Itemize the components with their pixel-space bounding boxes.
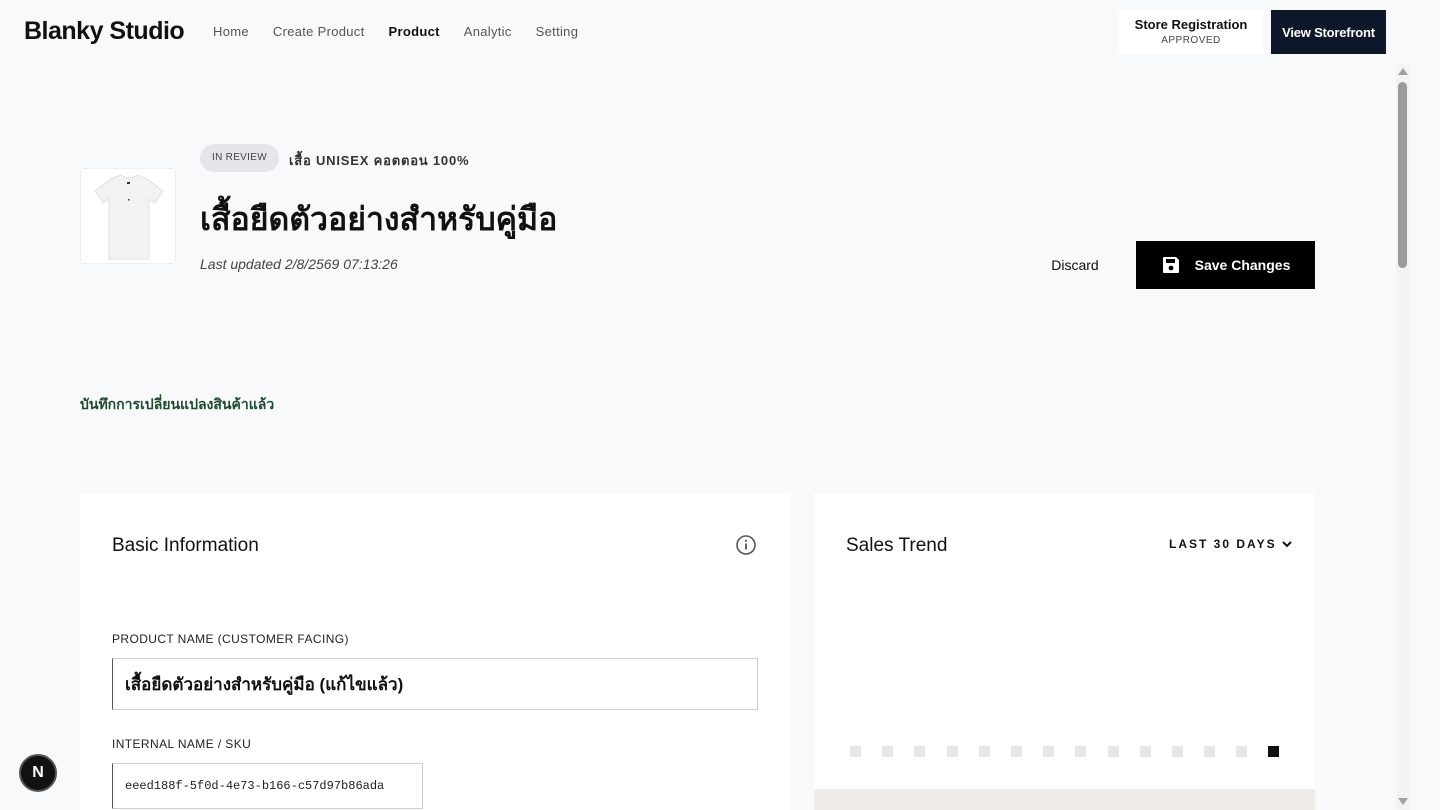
trend-bar	[1204, 746, 1215, 757]
sales-trend-title: Sales Trend	[846, 535, 948, 556]
discard-button[interactable]: Discard	[1036, 251, 1114, 279]
sku-input[interactable]	[112, 763, 423, 809]
store-registration-status[interactable]: Store Registration APPROVED	[1119, 10, 1263, 54]
trend-bar	[1172, 746, 1183, 757]
trend-bar	[1236, 746, 1247, 757]
scroll-up-arrow-icon[interactable]	[1398, 68, 1408, 75]
chevron-down-icon	[1281, 541, 1292, 548]
nav-setting[interactable]: Setting	[536, 24, 579, 39]
product-subtitle: เสื้อ UNISEX คอตตอน 100%	[289, 153, 470, 168]
trend-bar	[947, 746, 958, 757]
page-title: เสื้อยืดตัวอย่างสำหรับคู่มือ	[200, 201, 558, 237]
sales-trend-card: Sales Trend LAST 30 DAYS	[814, 493, 1315, 810]
product-name-label: PRODUCT NAME (CUSTOMER FACING)	[112, 632, 349, 646]
store-registration-label: Store Registration	[1134, 17, 1248, 32]
basic-information-card: Basic Information PRODUCT NAME (CUSTOMER…	[80, 493, 790, 810]
tshirt-image	[94, 174, 164, 260]
trend-bar-current	[1268, 746, 1279, 757]
trend-bar	[850, 746, 861, 757]
trend-bar	[1108, 746, 1119, 757]
dev-tools-badge[interactable]: N	[19, 754, 57, 792]
trend-bar	[914, 746, 925, 757]
page-scrollbar[interactable]	[1396, 64, 1410, 810]
nav-product[interactable]: Product	[389, 24, 440, 39]
status-badge: IN REVIEW	[200, 144, 279, 172]
save-changes-button[interactable]: Save Changes	[1136, 241, 1315, 289]
trend-bar	[979, 746, 990, 757]
scroll-thumb[interactable]	[1398, 82, 1407, 268]
trend-bar	[882, 746, 893, 757]
scroll-down-arrow-icon[interactable]	[1398, 798, 1408, 805]
top-bar: Blanky Studio Home Create Product Produc…	[0, 0, 1396, 64]
main-nav: Home Create Product Product Analytic Set…	[213, 24, 578, 39]
sales-trend-footer	[814, 789, 1315, 810]
trend-bar	[1043, 746, 1054, 757]
sales-trend-bars	[850, 746, 1280, 758]
nav-create-product[interactable]: Create Product	[273, 24, 365, 39]
product-thumbnail[interactable]	[80, 168, 176, 264]
store-registration-value: APPROVED	[1161, 35, 1221, 46]
last-updated-timestamp: Last updated 2/8/2569 07:13:26	[200, 256, 398, 272]
product-name-input[interactable]	[112, 658, 758, 710]
trend-bar	[1140, 746, 1151, 757]
save-changes-label: Save Changes	[1194, 257, 1291, 273]
floppy-disk-icon	[1162, 257, 1179, 273]
info-icon[interactable]	[736, 535, 756, 555]
trend-bar	[1011, 746, 1022, 757]
date-range-label: LAST 30 DAYS	[1169, 537, 1277, 551]
date-range-dropdown[interactable]: LAST 30 DAYS	[1169, 537, 1293, 551]
brand-logo[interactable]: Blanky Studio	[24, 17, 185, 46]
nav-home[interactable]: Home	[213, 24, 249, 39]
sku-label: INTERNAL NAME / SKU	[112, 737, 252, 751]
basic-information-title: Basic Information	[112, 535, 259, 556]
success-message: บันทึกการเปลี่ยนแปลงสินค้าแล้ว	[80, 396, 275, 412]
view-storefront-button[interactable]: View Storefront	[1271, 10, 1386, 54]
trend-bar	[1075, 746, 1086, 757]
nav-analytic[interactable]: Analytic	[464, 24, 512, 39]
